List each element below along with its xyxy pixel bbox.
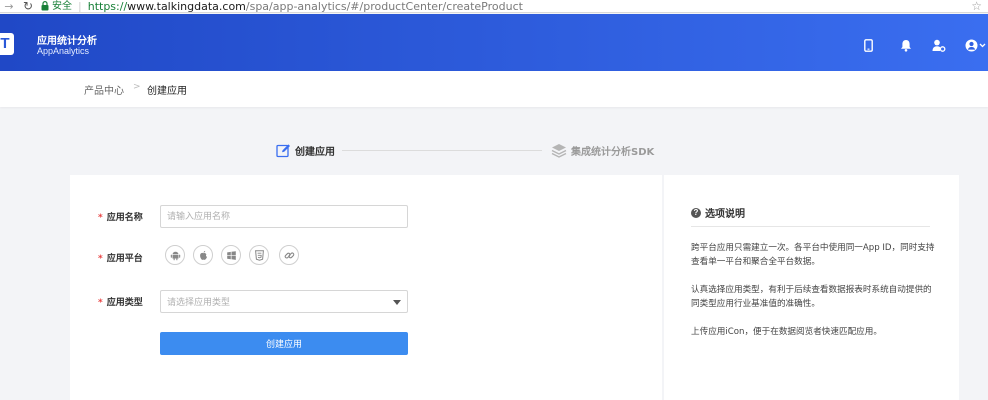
help-divider <box>691 226 930 227</box>
browser-address-bar: → ↻ 安全 | https://www.talkingdata.com/spa… <box>0 0 988 13</box>
breadcrumb-create-app: 创建应用 <box>147 86 187 97</box>
edit-icon <box>275 142 291 158</box>
android-icon <box>170 251 180 260</box>
url-text[interactable]: https://www.talkingdata.com/spa/app-anal… <box>87 0 523 13</box>
layers-icon <box>551 142 567 158</box>
platform-link-button[interactable] <box>279 245 299 265</box>
step-create-app: 创建应用 <box>275 142 335 158</box>
required-mark: * <box>98 298 103 308</box>
question-circle-icon: ? <box>691 207 701 218</box>
account-avatar-icon <box>965 39 986 51</box>
bell-icon[interactable] <box>899 38 913 52</box>
app-type-label-text: 应用类型 <box>106 298 143 308</box>
app-platform-label-text: 应用平台 <box>106 254 143 264</box>
platform-windows-button[interactable] <box>221 245 241 265</box>
app-type-select[interactable]: 请选择应用类型 <box>160 290 408 313</box>
options-help-panel: ? 选项说明 跨平台应用只需建立一次。各平台中使用同一App ID，同时支持查看… <box>664 175 959 400</box>
required-mark: * <box>98 213 103 223</box>
app-name-label-text: 应用名称 <box>106 213 143 223</box>
app-name-input[interactable] <box>160 205 408 228</box>
app-platform-label: * 应用平台 <box>98 251 143 264</box>
help-paragraph-cross-platform: 跨平台应用只需建立一次。各平台中使用同一App ID，同时支持查看单一平台和聚合… <box>691 243 935 267</box>
app-name-label: * 应用名称 <box>98 210 143 223</box>
caret-down-icon <box>393 300 401 305</box>
app-type-placeholder: 请选择应用类型 <box>167 298 231 308</box>
lock-icon <box>38 1 52 12</box>
help-title: ? 选项说明 <box>691 205 745 220</box>
windows-icon <box>226 250 236 260</box>
help-title-text: 选项说明 <box>705 209 745 220</box>
mobile-icon[interactable] <box>861 38 875 52</box>
top-header: T 应用统计分析 AppAnalytics <box>0 14 988 71</box>
talkingdata-logo[interactable]: T <box>0 33 14 55</box>
help-paragraph-app-type: 认真选择应用类型，有利于后续查看数据报表时系统自动提供的同类型应用行业基准值的准… <box>691 285 932 309</box>
breadcrumb-separator: > <box>133 82 141 92</box>
breadcrumb-product-center[interactable]: 产品中心 <box>84 82 124 97</box>
back-arrow-icon[interactable]: → <box>0 0 18 12</box>
url-path: /spa/app-analytics/#/productCenter/creat… <box>245 0 523 13</box>
url-host: www.talkingdata.com <box>127 0 246 13</box>
create-app-button[interactable]: 创建应用 <box>160 332 408 355</box>
app-type-label: * 应用类型 <box>98 295 143 308</box>
account-menu[interactable] <box>965 38 987 52</box>
apple-icon <box>199 250 207 260</box>
url-protocol: https:// <box>87 0 128 13</box>
create-app-form: *应用名称 *应用平台 *应用类型 请选择应用类型 创建应用 <box>70 175 662 400</box>
reload-icon[interactable]: ↻ <box>18 0 38 12</box>
html5-icon <box>254 249 264 261</box>
app-subtitle: AppAnalytics <box>37 46 90 56</box>
breadcrumb: 产品中心 > 创建应用 <box>0 71 988 107</box>
secure-label: 安全 <box>52 0 72 12</box>
address-separator: | <box>78 0 82 13</box>
help-paragraph-icon: 上传应用iCon，便于在数据阅览者快速匹配应用。 <box>691 327 882 337</box>
step-label: 创建应用 <box>295 146 335 158</box>
step-integrate-sdk: 集成统计分析SDK <box>551 142 654 158</box>
platform-html5-button[interactable] <box>249 245 269 265</box>
platform-android-button[interactable] <box>165 245 185 265</box>
required-mark: * <box>98 254 103 264</box>
app-title: 应用统计分析 <box>37 36 97 47</box>
link-icon <box>284 252 294 258</box>
step-connector <box>342 150 542 151</box>
platform-ios-button[interactable] <box>193 245 213 265</box>
bookmark-star-icon[interactable]: ☆ <box>971 0 982 12</box>
user-settings-icon[interactable] <box>932 38 946 52</box>
step-label: 集成统计分析SDK <box>571 146 655 158</box>
